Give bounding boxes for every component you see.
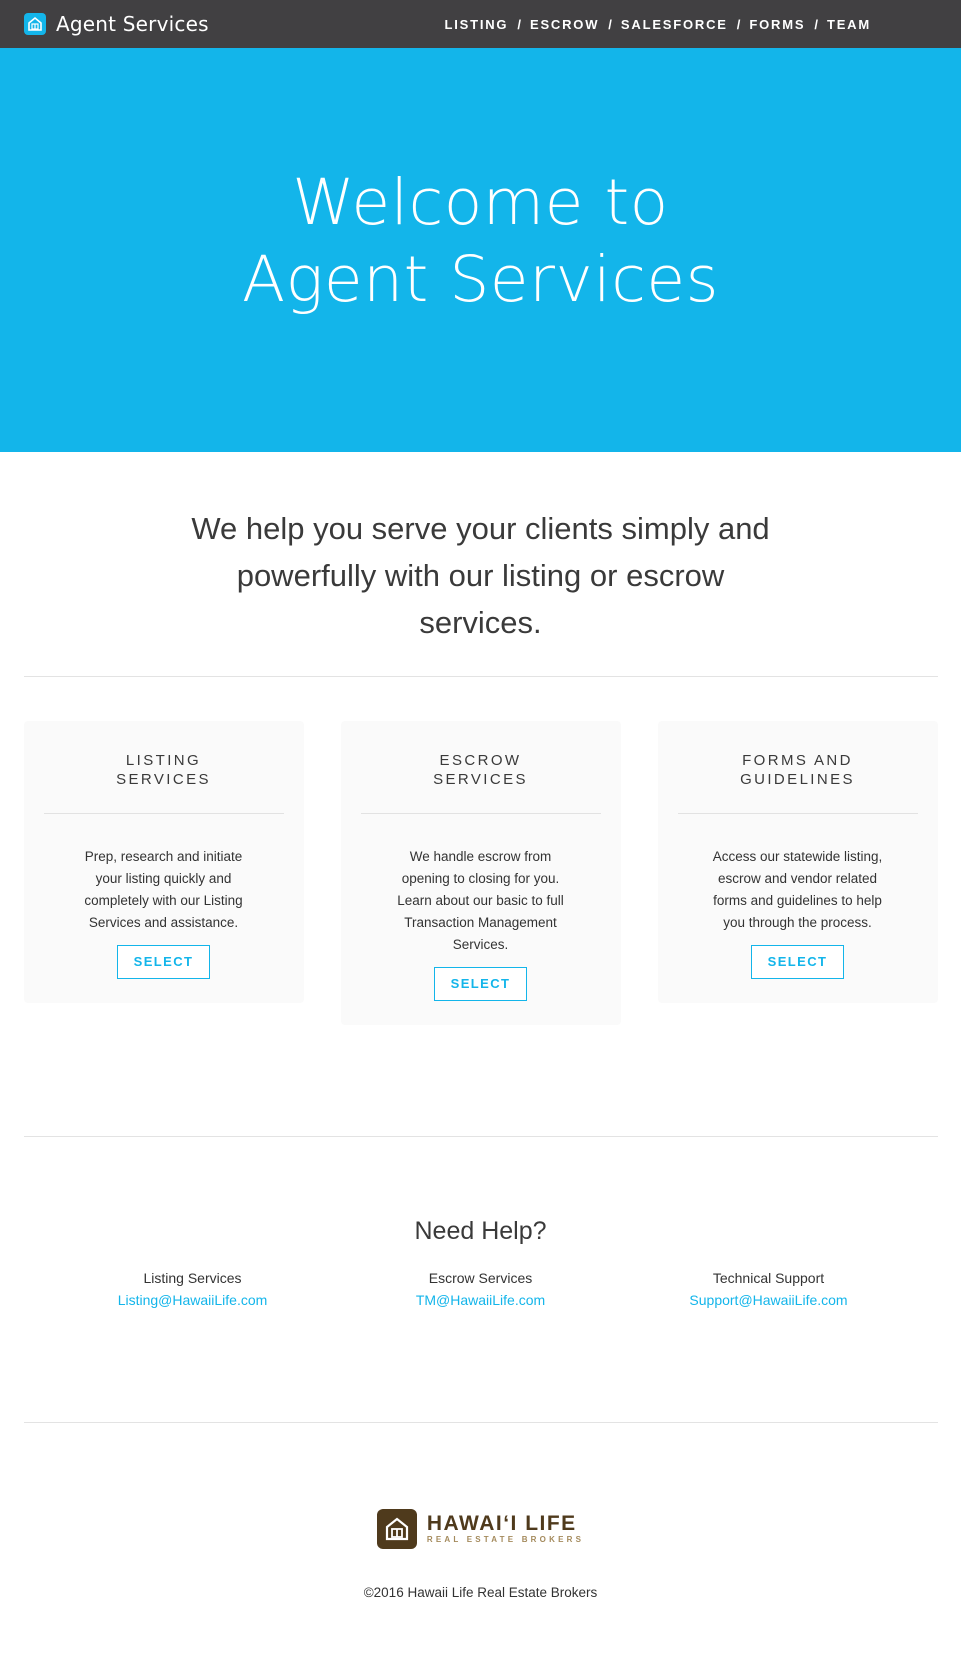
intro-text: We help you serve your clients simply an…: [191, 511, 770, 640]
nav-separator: /: [517, 16, 521, 32]
contact-listing: Listing Services Listing@HawaiiLife.com: [55, 1268, 331, 1312]
logo-tagline: REAL ESTATE BROKERS: [426, 1535, 585, 1544]
nav-team[interactable]: TEAM: [827, 17, 871, 32]
card-title: LISTING SERVICES: [116, 752, 211, 788]
service-cards: LISTING SERVICES Prep, research and init…: [23, 721, 938, 1025]
contact-technical-support: Technical Support Support@HawaiiLife.com: [631, 1268, 907, 1312]
house-icon: [376, 1509, 417, 1549]
card-description: Access our statewide listing, escrow and…: [712, 849, 883, 930]
hawaii-life-logo[interactable]: HAWAIʻI LIFE REAL ESTATE BROKERS: [376, 1509, 584, 1549]
logo-name: HAWAIʻI LIFE: [426, 1512, 577, 1535]
hero-banner: Welcome to Agent Services: [0, 48, 961, 452]
select-forms-button[interactable]: SELECT: [751, 945, 844, 979]
logo-wordmark: HAWAIʻI LIFE REAL ESTATE BROKERS: [427, 1513, 584, 1545]
top-nav-bar: Agent Services LISTING / ESCROW / SALESF…: [0, 0, 961, 48]
nav-separator: /: [608, 16, 612, 32]
nav-escrow[interactable]: ESCROW: [530, 17, 599, 32]
nav-forms[interactable]: FORMS: [749, 17, 805, 32]
hero-title-line-2: Agent Services: [242, 243, 719, 316]
card-description: Prep, research and initiate your listing…: [84, 849, 243, 930]
house-icon: [24, 13, 46, 35]
footer: HAWAIʻI LIFE REAL ESTATE BROKERS ©2016 H…: [0, 1423, 961, 1640]
card-escrow-services: ESCROW SERVICES We handle escrow from op…: [340, 721, 621, 1025]
nav-salesforce[interactable]: SALESFORCE: [621, 17, 728, 32]
card-divider: [43, 813, 284, 814]
hero-title-line-1: Welcome to: [292, 166, 669, 239]
brand-title: Agent Services: [56, 12, 209, 36]
card-listing-services: LISTING SERVICES Prep, research and init…: [23, 721, 304, 1003]
copyright-text: ©2016 Hawaii Life Real Estate Brokers: [363, 1585, 598, 1600]
intro-section: We help you serve your clients simply an…: [0, 452, 961, 676]
contact-label: Technical Support: [712, 1270, 825, 1286]
card-forms-guidelines: FORMS AND GUIDELINES Access our statewid…: [657, 721, 938, 1003]
card-description: We handle escrow from opening to closing…: [397, 849, 564, 952]
contact-email-link[interactable]: TM@HawaiiLife.com: [343, 1288, 619, 1312]
nav-listing[interactable]: LISTING: [444, 17, 508, 32]
divider: [23, 676, 938, 677]
card-title: FORMS AND GUIDELINES: [740, 752, 855, 788]
select-escrow-button[interactable]: SELECT: [434, 967, 527, 1001]
contact-escrow: Escrow Services TM@HawaiiLife.com: [343, 1268, 619, 1312]
contact-label: Escrow Services: [428, 1270, 533, 1286]
contact-email-link[interactable]: Support@HawaiiLife.com: [631, 1288, 907, 1312]
brand[interactable]: Agent Services: [24, 12, 209, 36]
card-divider: [677, 813, 918, 814]
main-nav: LISTING / ESCROW / SALESFORCE / FORMS / …: [444, 17, 871, 32]
hero-title: Welcome to Agent Services: [242, 164, 719, 318]
help-contacts: Listing Services Listing@HawaiiLife.com …: [0, 1268, 961, 1312]
help-title: Need Help?: [414, 1217, 547, 1245]
contact-label: Listing Services: [143, 1270, 242, 1286]
nav-separator: /: [814, 16, 818, 32]
card-title: ESCROW SERVICES: [433, 752, 528, 788]
contact-email-link[interactable]: Listing@HawaiiLife.com: [55, 1288, 331, 1312]
help-section: Need Help? Listing Services Listing@Hawa…: [0, 1137, 961, 1422]
select-listing-button[interactable]: SELECT: [117, 945, 210, 979]
nav-separator: /: [736, 16, 741, 32]
card-divider: [360, 813, 601, 814]
